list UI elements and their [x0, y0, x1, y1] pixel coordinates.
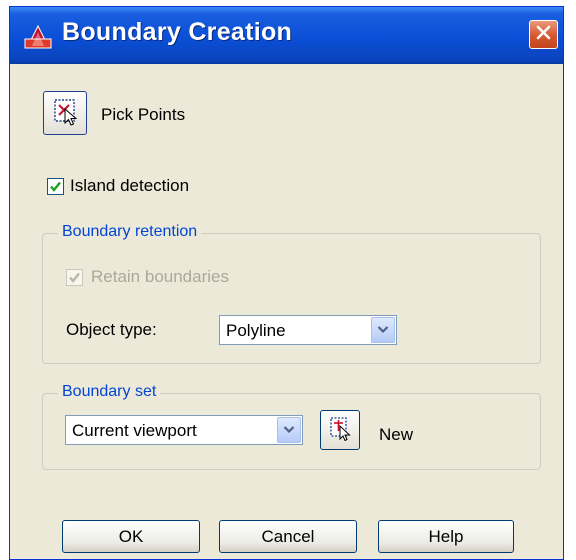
pick-points-icon	[50, 96, 80, 131]
select-objects-icon	[327, 415, 353, 446]
cancel-button[interactable]: Cancel	[219, 520, 357, 553]
retain-boundaries-label: Retain boundaries	[91, 267, 229, 286]
new-label: New	[379, 425, 414, 444]
boundary-set-select[interactable]: Current viewport	[65, 415, 303, 445]
object-type-label: Object type:	[66, 320, 157, 339]
object-type-select[interactable]: Polyline	[219, 315, 397, 345]
chevron-down-icon	[377, 321, 389, 339]
ok-button[interactable]: OK	[62, 520, 200, 553]
help-button[interactable]: Help	[378, 520, 514, 553]
boundary-set-dropdown-button[interactable]	[277, 417, 301, 443]
pick-points-label: Pick Points	[101, 105, 186, 124]
island-detection-label: Island detection	[70, 176, 190, 195]
boundary-set-value: Current viewport	[72, 421, 197, 440]
boundary-set-title: Boundary set	[58, 383, 161, 401]
checkmark-icon	[50, 181, 61, 192]
object-type-dropdown-button[interactable]	[371, 317, 395, 343]
boundary-creation-dialog: Boundary Creation Pick Points Island det…	[9, 6, 564, 560]
autocad-icon	[23, 24, 53, 50]
title-bar[interactable]: Boundary Creation	[10, 7, 563, 64]
window-title: Boundary Creation	[62, 18, 293, 46]
boundary-retention-title: Boundary retention	[58, 223, 202, 241]
new-boundary-set-button[interactable]	[320, 410, 360, 450]
close-button[interactable]	[529, 20, 558, 49]
island-detection-checkbox[interactable]	[47, 178, 64, 195]
close-icon	[536, 25, 551, 45]
object-type-value: Polyline	[226, 321, 286, 340]
pick-points-button[interactable]	[43, 91, 87, 135]
chevron-down-icon	[283, 421, 295, 439]
retain-boundaries-checkbox[interactable]	[66, 269, 83, 286]
checkmark-icon	[69, 272, 80, 283]
